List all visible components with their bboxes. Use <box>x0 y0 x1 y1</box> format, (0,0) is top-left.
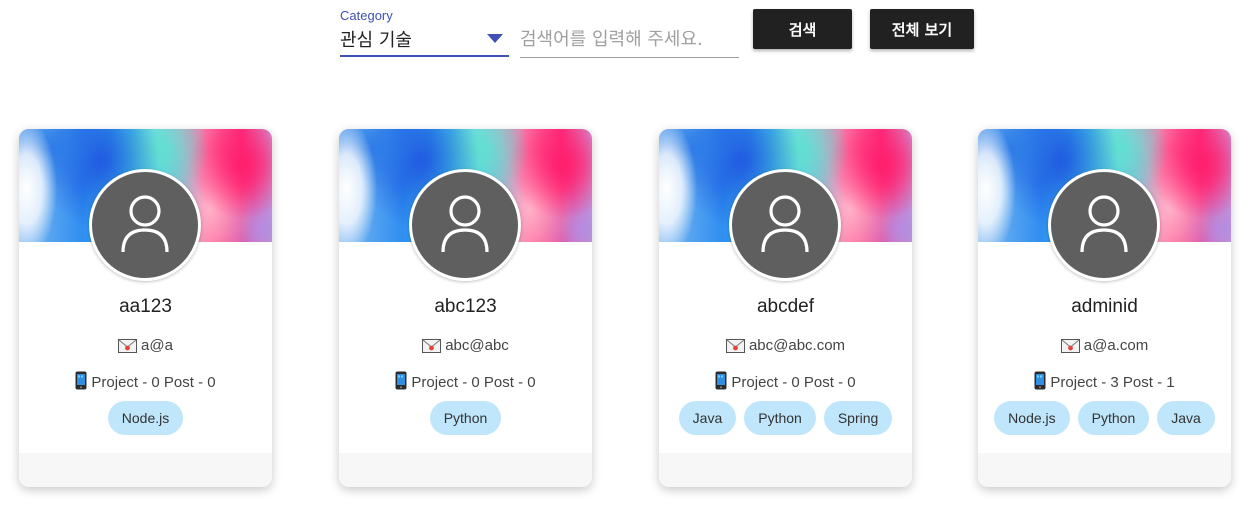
envelope-icon <box>422 339 442 357</box>
user-card[interactable]: abc123 abc@abc Project - 0 Post - 0 Pyth… <box>339 129 592 487</box>
category-selected-value: 관심 기술 <box>340 30 412 51</box>
user-email-line: a@a.com <box>978 337 1231 357</box>
user-name: adminid <box>1071 296 1138 317</box>
user-email-line: abc@abc.com <box>659 337 912 357</box>
interest-tag[interactable]: Python <box>429 401 502 435</box>
interest-tag[interactable]: Spring <box>823 401 893 435</box>
user-name: aa123 <box>119 296 172 317</box>
user-card[interactable]: aa123 a@a Project - 0 Post - 0 Node.js <box>19 129 272 487</box>
view-all-button[interactable]: 전체 보기 <box>870 9 974 49</box>
search-button[interactable]: 검색 <box>753 9 852 49</box>
user-stats-line: Project - 0 Post - 0 <box>339 371 592 394</box>
user-email: a@a <box>141 337 173 354</box>
caret-down-icon[interactable] <box>487 34 503 43</box>
interest-tags: Python <box>339 401 592 435</box>
mobile-phone-icon <box>1034 371 1046 394</box>
mobile-phone-icon <box>715 371 727 394</box>
interest-tags: Java Python Spring <box>659 401 912 435</box>
user-avatar-icon <box>729 169 841 281</box>
card-footer <box>978 453 1231 487</box>
user-stats-line: Project - 0 Post - 0 <box>659 371 912 394</box>
search-input[interactable] <box>520 24 739 54</box>
card-footer <box>19 453 272 487</box>
user-card[interactable]: abcdef abc@abc.com Project - 0 Post - 0 … <box>659 129 912 487</box>
user-stats: Project - 0 Post - 0 <box>731 374 856 391</box>
card-footer <box>339 453 592 487</box>
user-stats: Project - 0 Post - 0 <box>91 374 216 391</box>
user-avatar-icon <box>1048 169 1160 281</box>
user-name: abc123 <box>434 296 497 317</box>
interest-tag[interactable]: Python <box>1077 401 1150 435</box>
interest-tag[interactable]: Java <box>678 401 737 435</box>
user-email: a@a.com <box>1083 337 1149 354</box>
mobile-phone-icon <box>75 371 87 394</box>
user-name: abcdef <box>756 296 815 317</box>
user-stats: Project - 3 Post - 1 <box>1050 374 1175 391</box>
user-stats-line: Project - 3 Post - 1 <box>978 371 1231 394</box>
user-email: abc@abc.com <box>748 337 846 354</box>
user-stats-line: Project - 0 Post - 0 <box>19 371 272 394</box>
user-email-line: a@a <box>19 337 272 357</box>
mobile-phone-icon <box>395 371 407 394</box>
interest-tags: Node.js <box>19 401 272 435</box>
user-avatar-icon <box>409 169 521 281</box>
search-field <box>520 14 739 58</box>
interest-tag[interactable]: Python <box>744 401 816 435</box>
user-email-line: abc@abc <box>339 337 592 357</box>
user-stats: Project - 0 Post - 0 <box>411 374 536 391</box>
search-bar: Category 관심 기술 검색 전체 보기 <box>0 0 1252 70</box>
interest-tag[interactable]: Node.js <box>107 401 184 435</box>
user-email: abc@abc <box>445 337 509 354</box>
interest-tag[interactable]: Java <box>1157 401 1215 435</box>
envelope-icon <box>725 339 745 357</box>
category-select[interactable]: Category 관심 기술 <box>340 8 509 57</box>
card-footer <box>659 453 912 487</box>
user-avatar-icon <box>89 169 201 281</box>
interest-tags: Node.js Python Java <box>978 401 1231 435</box>
envelope-icon <box>1060 339 1080 357</box>
category-label: Category <box>340 8 393 23</box>
envelope-icon <box>118 339 138 357</box>
user-card[interactable]: adminid a@a.com Project - 3 Post - 1 Nod… <box>978 129 1231 487</box>
interest-tag[interactable]: Node.js <box>994 401 1070 435</box>
